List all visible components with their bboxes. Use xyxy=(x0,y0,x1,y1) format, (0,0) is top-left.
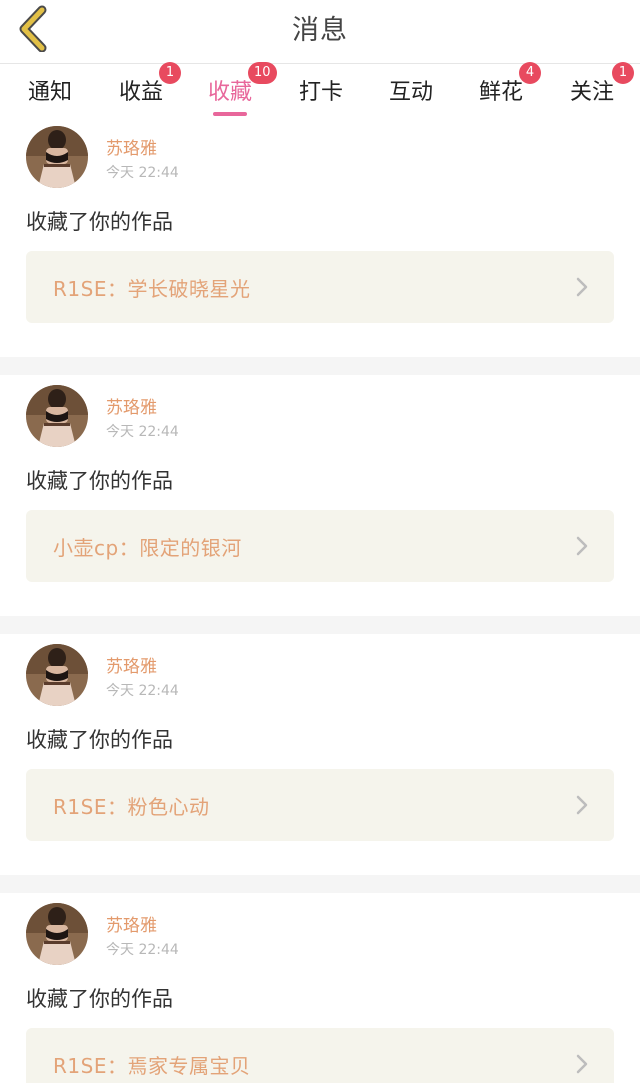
tab-earnings[interactable]: 收益 1 xyxy=(117,62,181,114)
list-item: 苏珞雅 今天 22:44 收藏了你的作品 R1SE：焉家专属宝贝 xyxy=(0,893,640,1083)
tab-label: 鲜花 xyxy=(478,80,523,105)
avatar[interactable] xyxy=(26,644,88,706)
tab-label: 收藏 xyxy=(207,80,252,105)
avatar[interactable] xyxy=(26,126,88,188)
work-title: R1SE：粉色心动 xyxy=(53,795,210,819)
action-text: 收藏了你的作品 xyxy=(26,987,173,1011)
tab-label: 通知 xyxy=(27,80,72,105)
tab-label: 收益 xyxy=(118,80,163,105)
work-link[interactable]: R1SE：焉家专属宝贝 xyxy=(26,1028,614,1083)
work-title: R1SE：学长破晓星光 xyxy=(53,277,251,301)
chevron-right-icon xyxy=(576,795,588,815)
tab-interaction[interactable]: 互动 xyxy=(387,74,435,114)
timestamp: 今天 22:44 xyxy=(106,165,179,181)
work-title: R1SE：焉家专属宝贝 xyxy=(53,1054,251,1078)
list-item: 苏珞雅 今天 22:44 收藏了你的作品 R1SE：学长破晓星光 xyxy=(0,116,640,357)
timestamp: 今天 22:44 xyxy=(106,942,179,958)
action-text: 收藏了你的作品 xyxy=(26,728,173,752)
divider xyxy=(0,357,640,375)
tab-favorites[interactable]: 收藏 10 xyxy=(206,62,277,116)
timestamp: 今天 22:44 xyxy=(106,424,179,440)
divider xyxy=(0,875,640,893)
tab-label: 关注 xyxy=(569,80,614,105)
timestamp: 今天 22:44 xyxy=(106,683,179,699)
tab-following[interactable]: 关注 1 xyxy=(568,62,634,114)
work-link[interactable]: R1SE：粉色心动 xyxy=(26,769,614,841)
tab-notifications[interactable]: 通知 xyxy=(26,74,74,114)
user-photo xyxy=(26,903,88,965)
tab-label: 打卡 xyxy=(298,80,343,105)
avatar[interactable] xyxy=(26,903,88,965)
chevron-right-icon xyxy=(576,277,588,297)
user-name[interactable]: 苏珞雅 xyxy=(106,911,157,936)
top-bar: 消息 xyxy=(0,0,640,64)
favorites-feed: 苏珞雅 今天 22:44 收藏了你的作品 R1SE：学长破晓星光 苏珞雅 今天 … xyxy=(0,116,640,1083)
unread-badge: 10 xyxy=(248,62,277,84)
action-text: 收藏了你的作品 xyxy=(26,210,173,234)
work-link[interactable]: 小壶cp：限定的银河 xyxy=(26,510,614,582)
page-title: 消息 xyxy=(292,15,348,46)
list-item: 苏珞雅 今天 22:44 收藏了你的作品 R1SE：粉色心动 xyxy=(0,634,640,875)
user-photo xyxy=(26,644,88,706)
user-name[interactable]: 苏珞雅 xyxy=(106,652,157,677)
divider xyxy=(0,616,640,634)
tab-label: 互动 xyxy=(388,80,433,105)
unread-badge: 1 xyxy=(612,62,634,84)
tab-flowers[interactable]: 鲜花 4 xyxy=(477,62,541,114)
work-link[interactable]: R1SE：学长破晓星光 xyxy=(26,251,614,323)
unread-badge: 1 xyxy=(159,62,181,84)
action-text: 收藏了你的作品 xyxy=(26,469,173,493)
user-photo xyxy=(26,385,88,447)
work-title: 小壶cp：限定的银河 xyxy=(53,536,242,560)
unread-badge: 4 xyxy=(519,62,541,84)
chevron-right-icon xyxy=(576,536,588,556)
user-name[interactable]: 苏珞雅 xyxy=(106,134,157,159)
user-name[interactable]: 苏珞雅 xyxy=(106,393,157,418)
tab-bar: 通知 收益 1 收藏 10 打卡 互动 鲜花 4 关注 1 xyxy=(0,62,640,116)
chevron-right-icon xyxy=(576,1054,588,1074)
avatar[interactable] xyxy=(26,385,88,447)
tab-checkin[interactable]: 打卡 xyxy=(297,74,345,114)
list-item: 苏珞雅 今天 22:44 收藏了你的作品 小壶cp：限定的银河 xyxy=(0,375,640,616)
user-photo xyxy=(26,126,88,188)
